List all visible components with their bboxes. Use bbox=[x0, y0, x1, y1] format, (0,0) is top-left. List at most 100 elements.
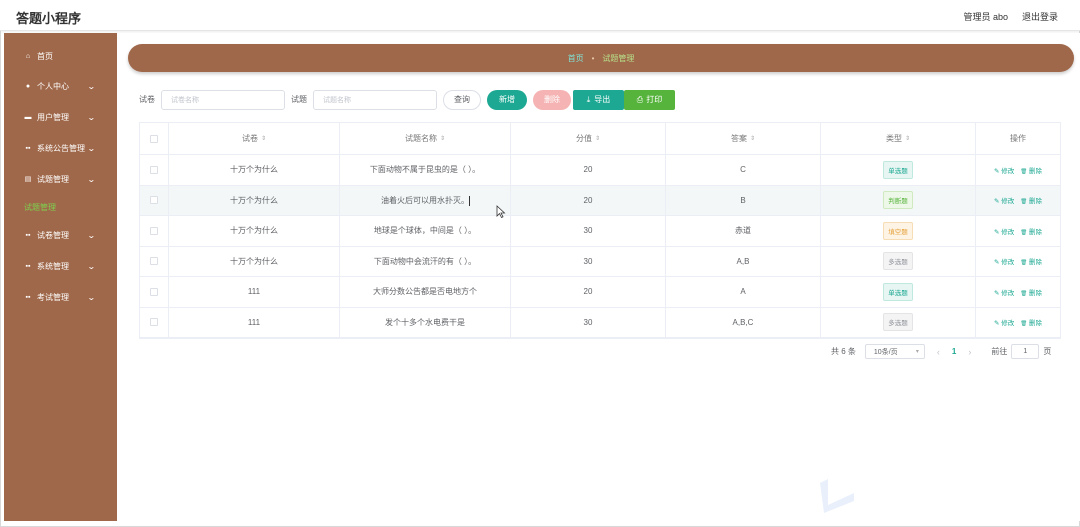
delete-button[interactable]: 🗑 删除 bbox=[1020, 317, 1042, 327]
cell-paper: 十万个为什么 bbox=[169, 216, 340, 246]
header-checkbox-cell bbox=[140, 123, 169, 154]
edit-button[interactable]: ✎ 修改 bbox=[994, 256, 1014, 266]
main-content: 首页 • 试题管理 试卷 试卷名称 试题 试题名称 查询 新增 删除 ⤓ 导出 … bbox=[117, 33, 1080, 521]
edit-label: 修改 bbox=[1001, 289, 1015, 297]
cell-actions: ✎ 修改 🗑 删除 bbox=[976, 308, 1060, 338]
cell-actions: ✎ 修改 🗑 删除 bbox=[976, 155, 1060, 185]
row-checkbox[interactable] bbox=[150, 196, 158, 205]
sidebar-item-papers[interactable]: ▪▪ 试卷管理 ⌄ bbox=[4, 225, 117, 245]
cell-question-name: 油着火后可以用水扑灭。 bbox=[340, 185, 511, 215]
add-button[interactable]: 新增 bbox=[487, 89, 527, 110]
question-search-input[interactable]: 试题名称 bbox=[313, 89, 437, 110]
sidebar-item-questions[interactable]: ▤ 试题管理 ⌄ bbox=[4, 169, 117, 189]
table-body: 十万个为什么 下面动物不属于昆虫的是（ ）。 20 C 单选题 ✎ 修改 🗑 删除 十万个为什… bbox=[140, 155, 1060, 338]
cell-actions: ✎ 修改 🗑 删除 bbox=[976, 277, 1060, 307]
current-user-label: 管理员 abo bbox=[963, 12, 1008, 22]
delete-button[interactable]: 🗑 删除 bbox=[1020, 195, 1042, 205]
export-button[interactable]: ⤓ 导出 bbox=[573, 89, 624, 110]
delete-button[interactable]: 🗑 删除 bbox=[1020, 256, 1042, 266]
trash-icon: 🗑 bbox=[1020, 290, 1028, 297]
app-title: 答题小程序 bbox=[16, 11, 82, 26]
cell-score: 20 bbox=[511, 155, 666, 185]
prev-page-button[interactable]: ‹ bbox=[937, 347, 940, 357]
row-checkbox[interactable] bbox=[150, 226, 158, 235]
cell-actions: ✎ 修改 🗑 删除 bbox=[976, 247, 1060, 277]
sidebar-item-label: 试题管理 bbox=[37, 174, 69, 184]
sidebar-item-announcements[interactable]: ▪▪ 系统公告管理 ⌄ bbox=[4, 138, 117, 158]
page-size-value: 10条/页 bbox=[873, 348, 898, 356]
delete-label: 删除 bbox=[1029, 198, 1043, 206]
top-bar: 答题小程序 管理员 abo 退出登录 bbox=[0, 0, 1080, 31]
printer-icon: ⎙ bbox=[636, 94, 644, 104]
breadcrumb: 首页 • 试题管理 bbox=[128, 44, 1074, 72]
goto-page-input[interactable]: 1 bbox=[1011, 344, 1040, 359]
cell-score: 20 bbox=[511, 277, 666, 307]
header-label: 试卷 bbox=[241, 134, 258, 143]
edit-button[interactable]: ✎ 修改 bbox=[994, 226, 1014, 236]
delete-button[interactable]: 🗑 删除 bbox=[1020, 165, 1042, 175]
page-number-current[interactable]: 1 bbox=[952, 347, 956, 356]
row-checkbox[interactable] bbox=[150, 165, 158, 174]
search-bar: 试卷 试卷名称 试题 试题名称 查询 新增 删除 ⤓ 导出 ⎙ 打印 bbox=[139, 89, 675, 110]
questions-table: 试卷 ⇕ 试题名称 ⇕ 分值 ⇕ 答案 ⇕ 类型 ⇕ 操作 十万个为什么 下面动物不属于昆虫… bbox=[139, 122, 1061, 339]
header-score[interactable]: 分值 ⇕ bbox=[511, 123, 666, 154]
sidebar-item-label: 系统管理 bbox=[37, 261, 69, 271]
edit-label: 修改 bbox=[1001, 259, 1015, 267]
grid-icon: ▪▪ bbox=[25, 262, 31, 270]
print-button[interactable]: ⎙ 打印 bbox=[624, 89, 675, 110]
edit-button[interactable]: ✎ 修改 bbox=[994, 287, 1014, 297]
chevron-down-icon: ▾ bbox=[915, 349, 919, 355]
table-row: 十万个为什么 油着火后可以用水扑灭。 20 B 判断题 ✎ 修改 🗑 删除 bbox=[140, 185, 1060, 216]
row-checkbox-cell bbox=[140, 185, 169, 215]
sidebar-item-exams[interactable]: ▪▪ 考试管理 ⌄ bbox=[4, 287, 117, 307]
sidebar-subitem-questions[interactable]: 试题管理 bbox=[24, 202, 56, 213]
grid-icon: ▪▪ bbox=[25, 293, 31, 301]
sidebar-item-users[interactable]: ▬ 用户管理 ⌄ bbox=[4, 107, 117, 127]
edit-icon: ✎ bbox=[993, 259, 1000, 267]
row-checkbox-cell bbox=[140, 155, 169, 185]
sidebar-item-label: 用户管理 bbox=[37, 112, 69, 122]
select-all-checkbox[interactable] bbox=[150, 134, 158, 143]
header-paper[interactable]: 试卷 ⇕ bbox=[169, 123, 340, 154]
cell-type: 单选题 bbox=[821, 277, 976, 307]
query-button[interactable]: 查询 bbox=[443, 89, 481, 110]
cell-answer: 赤道 bbox=[666, 216, 821, 246]
edit-label: 修改 bbox=[1001, 167, 1015, 175]
header-label: 答案 bbox=[730, 134, 747, 143]
edit-icon: ✎ bbox=[993, 289, 1000, 297]
type-tag: 多选题 bbox=[883, 252, 913, 271]
paper-search-input[interactable]: 试卷名称 bbox=[161, 89, 285, 110]
sidebar-item-label: 系统公告管理 bbox=[37, 143, 85, 153]
cell-question-name: 下面动物不属于昆虫的是（ ）。 bbox=[340, 155, 511, 185]
question-filter-label: 试题 bbox=[291, 95, 307, 104]
header-type[interactable]: 类型 ⇕ bbox=[821, 123, 976, 154]
bulk-delete-button[interactable]: 删除 bbox=[533, 89, 571, 110]
page-size-select[interactable]: 10条/页 ▾ bbox=[864, 344, 925, 359]
cell-paper: 十万个为什么 bbox=[169, 185, 340, 215]
row-checkbox[interactable] bbox=[150, 257, 158, 266]
header-answer[interactable]: 答案 ⇕ bbox=[666, 123, 821, 154]
breadcrumb-home[interactable]: 首页 bbox=[568, 53, 584, 64]
download-icon: ⤓ bbox=[586, 94, 591, 104]
next-page-button[interactable]: › bbox=[968, 347, 971, 357]
delete-button[interactable]: 🗑 删除 bbox=[1020, 226, 1042, 236]
trash-icon: 🗑 bbox=[1020, 321, 1028, 328]
row-checkbox[interactable] bbox=[150, 318, 158, 327]
sidebar-item-profile[interactable]: ● 个人中心 ⌄ bbox=[4, 76, 117, 96]
trash-icon: 🗑 bbox=[1020, 260, 1028, 267]
edit-button[interactable]: ✎ 修改 bbox=[994, 195, 1014, 205]
print-label: 打印 bbox=[646, 95, 663, 104]
edit-button[interactable]: ✎ 修改 bbox=[994, 165, 1014, 175]
row-checkbox[interactable] bbox=[150, 287, 158, 296]
sidebar-item-home[interactable]: ⌂ 首页 bbox=[4, 46, 117, 66]
sidebar-item-system[interactable]: ▪▪ 系统管理 ⌄ bbox=[4, 256, 117, 276]
edit-button[interactable]: ✎ 修改 bbox=[994, 317, 1014, 327]
logout-link[interactable]: 退出登录 bbox=[1022, 10, 1058, 23]
edit-label: 修改 bbox=[1001, 228, 1015, 236]
delete-button[interactable]: 🗑 删除 bbox=[1020, 287, 1042, 297]
cell-paper: 111 bbox=[169, 307, 340, 337]
mouse-pointer-icon bbox=[496, 205, 506, 219]
cell-actions: ✎ 修改 🗑 删除 bbox=[976, 186, 1060, 216]
cell-question-name: 大师分数公告都是否电地方个 bbox=[340, 277, 511, 307]
header-question-name[interactable]: 试题名称 ⇕ bbox=[340, 123, 511, 154]
